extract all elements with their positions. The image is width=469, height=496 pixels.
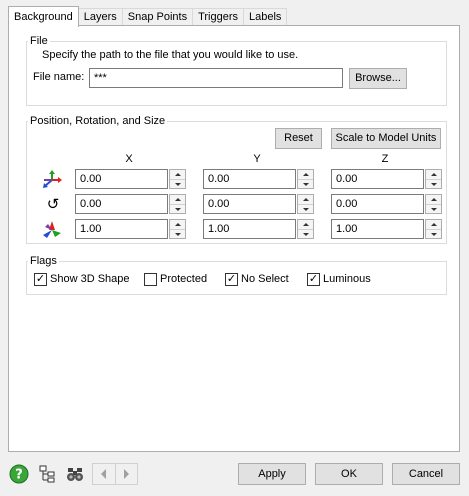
tab-background[interactable]: Background xyxy=(8,6,79,27)
checkbox-box[interactable]: ✓ xyxy=(225,272,238,286)
rotation-z-spinner[interactable] xyxy=(425,194,442,214)
checkbox-label: Show 3D Shape xyxy=(50,273,130,285)
size-z-input[interactable]: 1.00 xyxy=(331,219,424,239)
prs-legend: Position, Rotation, and Size xyxy=(30,115,166,127)
rotation-y-spinner[interactable] xyxy=(297,194,314,214)
checkbox-label: Protected xyxy=(160,273,208,285)
back-arrow-icon[interactable] xyxy=(93,464,116,484)
size-z-spinner[interactable] xyxy=(425,219,442,239)
position-y-spinner[interactable] xyxy=(297,169,314,189)
nav-arrows xyxy=(92,463,138,485)
file-name-label: File name: xyxy=(33,71,85,83)
help-icon[interactable]: ? xyxy=(8,463,30,485)
rotation-z-input[interactable]: 0.00 xyxy=(331,194,424,214)
position-z-input[interactable]: 0.00 xyxy=(331,169,424,189)
size-x-input[interactable]: 1.00 xyxy=(75,219,168,239)
tab-strip: Background Layers Snap Points Triggers L… xyxy=(8,6,288,27)
reset-button[interactable]: Reset xyxy=(275,128,322,149)
file-legend: File xyxy=(30,35,48,47)
no-select-checkbox[interactable]: ✓ No Select xyxy=(225,271,289,287)
rotation-icon: ↺ xyxy=(46,196,60,213)
file-name-input[interactable]: *** xyxy=(89,68,343,88)
size-axes-icon xyxy=(42,220,62,240)
checkbox-box[interactable]: ✓ xyxy=(34,272,47,286)
position-y-input[interactable]: 0.00 xyxy=(203,169,296,189)
checkbox-label: Luminous xyxy=(323,273,371,285)
position-z-spinner[interactable] xyxy=(425,169,442,189)
file-description: Specify the path to the file that you wo… xyxy=(42,49,299,61)
size-y-spinner[interactable] xyxy=(297,219,314,239)
rotation-x-input[interactable]: 0.00 xyxy=(75,194,168,214)
cancel-button[interactable]: Cancel xyxy=(392,463,460,485)
binoculars-icon[interactable] xyxy=(64,463,86,485)
protected-checkbox[interactable]: Protected xyxy=(144,271,207,287)
checkbox-label: No Select xyxy=(241,273,289,285)
column-header-y: Y xyxy=(253,153,261,165)
apply-button[interactable]: Apply xyxy=(238,463,306,485)
size-y-input[interactable]: 1.00 xyxy=(203,219,296,239)
checkbox-box[interactable]: ✓ xyxy=(307,272,320,286)
flags-legend: Flags xyxy=(30,255,57,267)
position-x-input[interactable]: 0.00 xyxy=(75,169,168,189)
checkbox-box[interactable] xyxy=(144,272,157,286)
tree-icon[interactable] xyxy=(36,463,58,485)
luminous-checkbox[interactable]: ✓ Luminous xyxy=(307,271,371,287)
tab-panel: File Specify the path to the file that y… xyxy=(8,25,460,452)
browse-button[interactable]: Browse... xyxy=(349,68,407,89)
show-3d-shape-checkbox[interactable]: ✓ Show 3D Shape xyxy=(34,271,130,287)
forward-arrow-icon[interactable] xyxy=(116,464,138,484)
svg-text:?: ? xyxy=(15,468,23,483)
column-header-z: Z xyxy=(381,153,389,165)
size-x-spinner[interactable] xyxy=(169,219,186,239)
ok-button[interactable]: OK xyxy=(315,463,383,485)
column-header-x: X xyxy=(125,153,133,165)
rotation-x-spinner[interactable] xyxy=(169,194,186,214)
position-x-spinner[interactable] xyxy=(169,169,186,189)
rotation-y-input[interactable]: 0.00 xyxy=(203,194,296,214)
scale-to-model-units-button[interactable]: Scale to Model Units xyxy=(331,128,441,149)
position-axes-icon xyxy=(42,170,62,190)
